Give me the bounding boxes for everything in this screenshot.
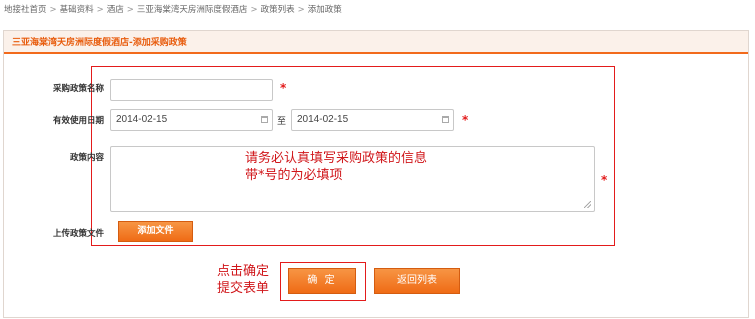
policy-name-label: 采购政策名称 — [52, 84, 104, 94]
confirm-button[interactable]: 确 定 — [288, 268, 356, 294]
back-to-list-button[interactable]: 返回列表 — [374, 268, 460, 294]
breadcrumb-home[interactable]: 地接社首页 — [4, 5, 47, 15]
panel-title: 三亚海棠湾天房洲际度假酒店-添加采购政策 — [12, 38, 187, 48]
breadcrumb: 地接社首页 > 基础资料 > 酒店 > 三亚海棠湾天房洲际度假酒店 > 政策列表 > 添加政策 — [4, 3, 342, 17]
policy-name-required-mark: * — [280, 81, 287, 95]
calendar-icon[interactable] — [442, 116, 449, 123]
breadcrumb-current: 添加政策 — [307, 5, 342, 15]
breadcrumb-policy-list[interactable]: 政策列表 — [261, 5, 295, 15]
policy-content-required-mark: * — [601, 173, 608, 187]
date-range-to-label: 至 — [277, 117, 287, 127]
breadcrumb-separator: > — [297, 5, 305, 15]
end-date-value: 2014-02-15 — [297, 114, 349, 125]
panel-header: 三亚海棠湾天房洲际度假酒店-添加采购政策 — [4, 31, 748, 54]
end-date-input[interactable]: 2014-02-15 — [291, 109, 454, 131]
start-date-value: 2014-02-15 — [116, 114, 168, 125]
submit-note-line-2: 提交表单 — [217, 281, 270, 296]
form-note-line-2: 带*号的为必填项 — [245, 168, 343, 183]
resize-grip-icon[interactable] — [584, 201, 591, 208]
policy-name-input[interactable] — [110, 79, 273, 101]
add-file-button[interactable]: 添加文件 — [118, 221, 193, 242]
form-note-line-1: 请务必认真填写采购政策的信息 — [245, 151, 428, 166]
calendar-icon[interactable] — [261, 116, 268, 123]
breadcrumb-separator: > — [96, 5, 104, 15]
breadcrumb-separator: > — [126, 5, 134, 15]
start-date-input[interactable]: 2014-02-15 — [110, 109, 273, 131]
upload-label: 上传政策文件 — [52, 229, 104, 239]
breadcrumb-separator: > — [49, 5, 57, 15]
form-instruction-note: 请务必认真填写采购政策的信息 带*号的为必填项 — [245, 150, 427, 184]
valid-dates-label: 有效使用日期 — [52, 116, 104, 126]
breadcrumb-hotel-name[interactable]: 三亚海棠湾天房洲际度假酒店 — [137, 5, 248, 15]
policy-content-label: 政策内容 — [69, 153, 104, 163]
breadcrumb-separator: > — [250, 5, 258, 15]
breadcrumb-hotel[interactable]: 酒店 — [107, 5, 124, 15]
submit-note-line-1: 点击确定 — [217, 264, 270, 279]
submit-instruction-note: 点击确定 提交表单 — [217, 263, 269, 297]
breadcrumb-basic-data[interactable]: 基础资料 — [60, 5, 94, 15]
valid-dates-required-mark: * — [462, 113, 469, 127]
